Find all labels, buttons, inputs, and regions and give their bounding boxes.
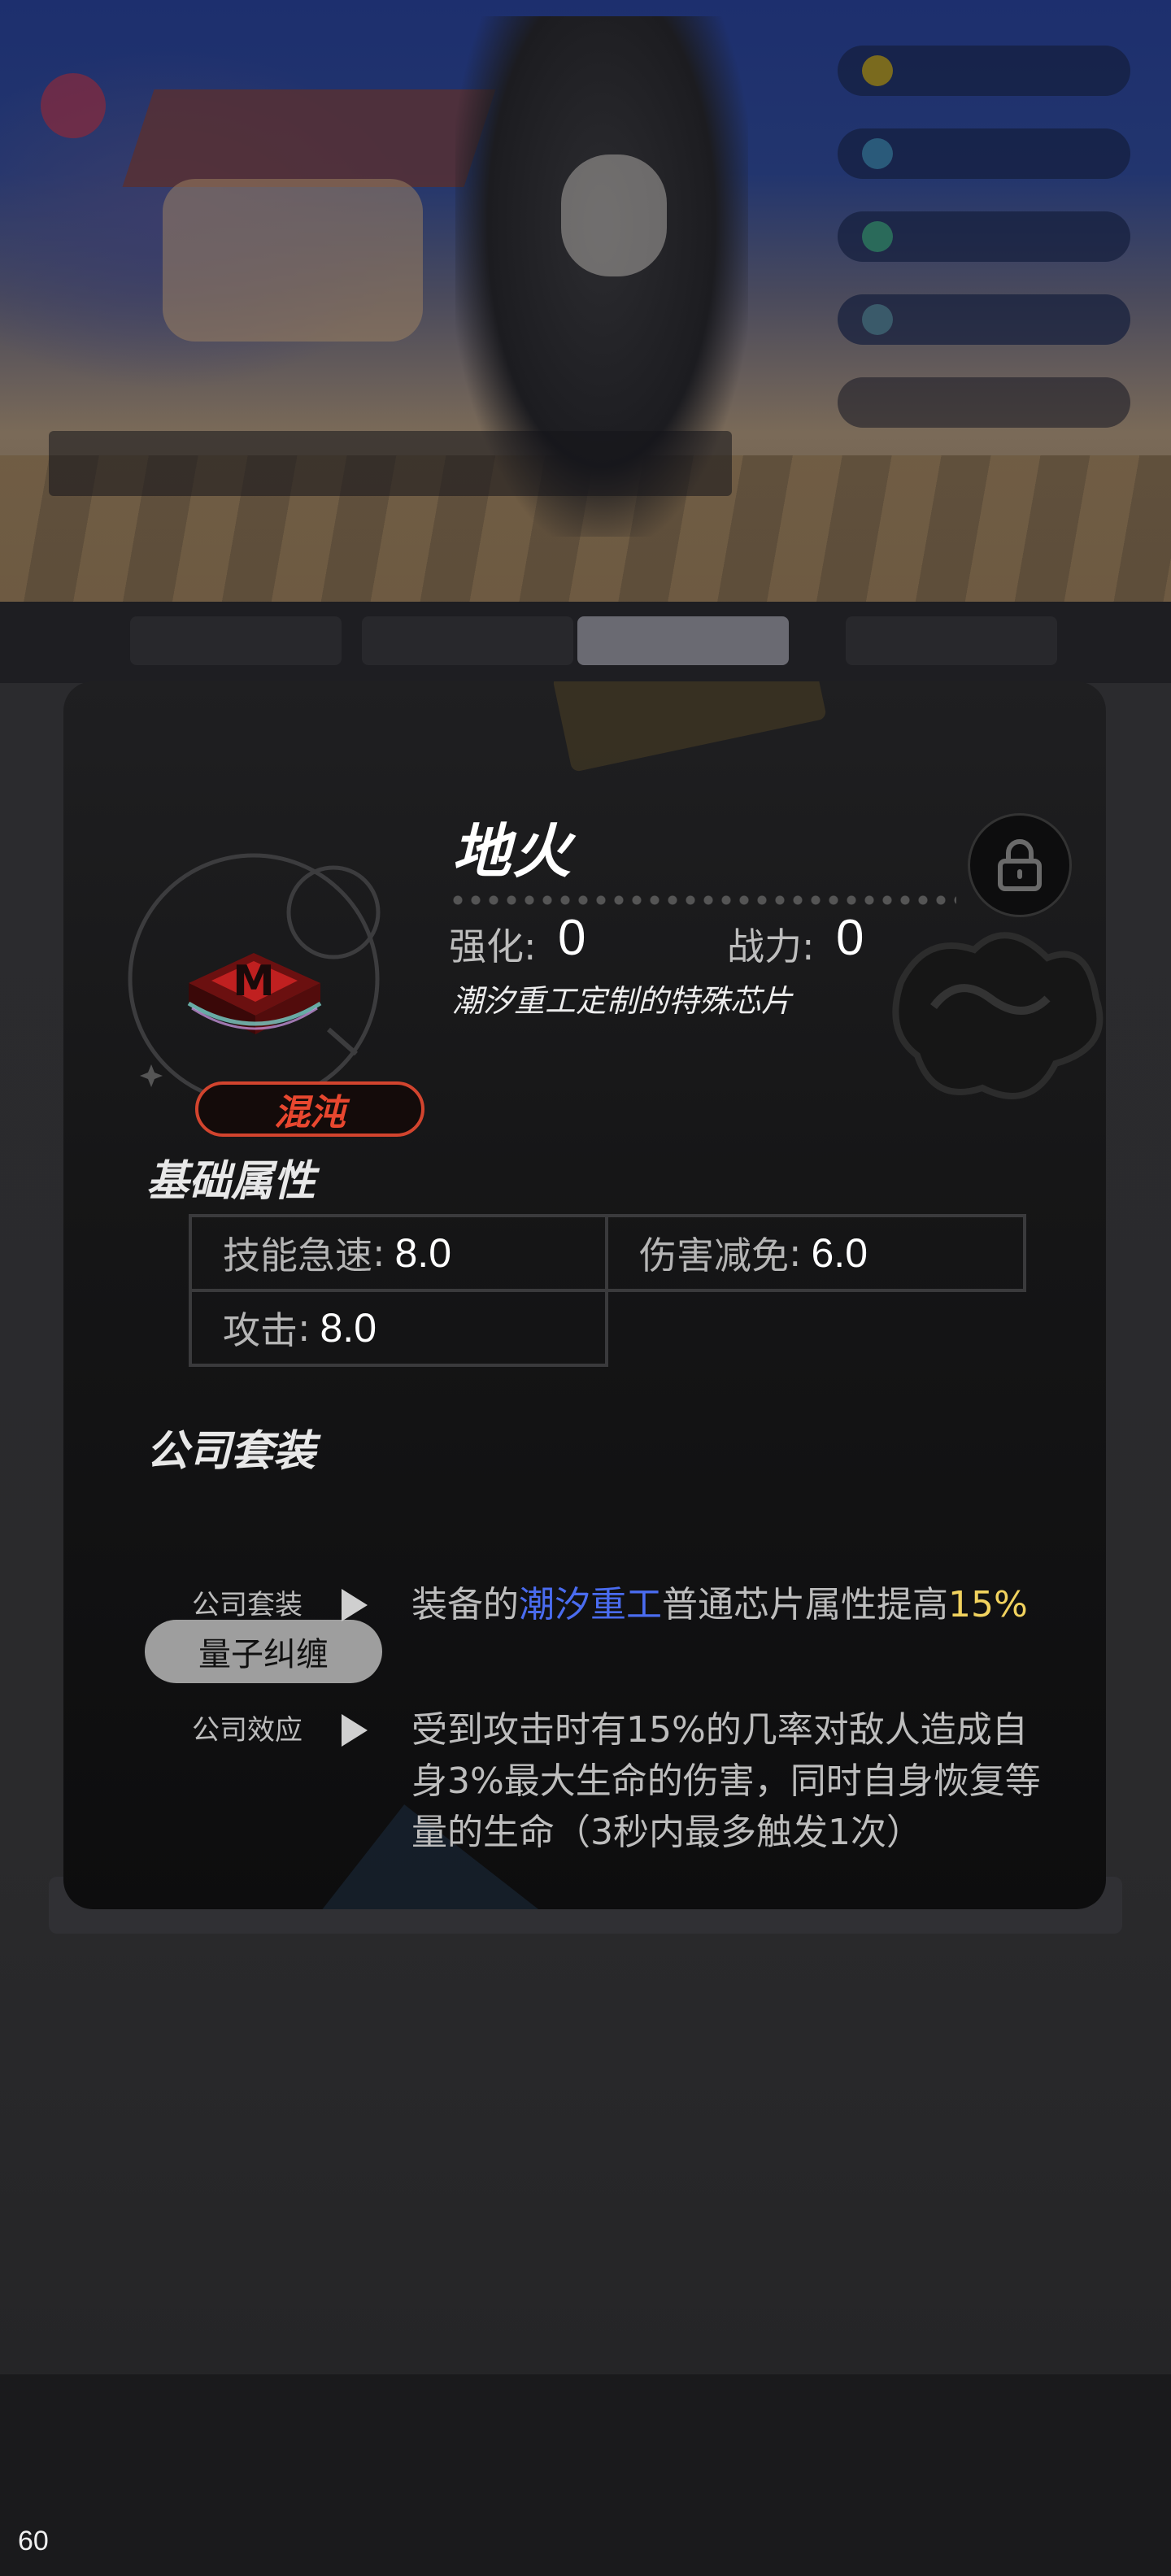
heart-decoration xyxy=(41,73,106,138)
set-name-pill: 量子纠缠 xyxy=(145,1620,382,1683)
set-bonus-text: 装备的潮汐重工普通芯片属性提高15% xyxy=(411,1584,1028,1625)
rarity-badge: 混沌 xyxy=(195,1081,424,1137)
graffiti-decoration xyxy=(892,932,1104,1099)
currency-panel-gold xyxy=(838,46,1130,96)
power-label: 战力: xyxy=(727,925,815,968)
background-game-scene xyxy=(0,0,1171,618)
background-tab-bar xyxy=(0,602,1171,683)
base-attributes-title: 基础属性 xyxy=(146,1157,316,1206)
chip-description: 潮汐重工定制的特殊芯片 xyxy=(452,983,793,1019)
enhance-label: 强化: xyxy=(449,925,537,968)
play-arrow-icon xyxy=(342,1589,368,1621)
currency-panel-5 xyxy=(838,377,1130,428)
attribute-attack: 攻击: 8.0 xyxy=(189,1289,608,1367)
fps-counter: 60 xyxy=(18,2526,49,2556)
company-effect-label: 公司效应 xyxy=(192,1714,303,1747)
play-arrow-icon xyxy=(342,1714,368,1747)
enhance-value: 0 xyxy=(558,910,586,966)
lock-icon xyxy=(998,839,1042,891)
card-top-decoration xyxy=(552,681,827,772)
set-bonus-label: 公司套装 xyxy=(192,1589,303,1621)
currency-panel-4 xyxy=(838,294,1130,345)
attribute-skill-haste: 技能急速: 8.0 xyxy=(189,1214,608,1292)
background-dialog-bar xyxy=(49,431,732,496)
power-value: 0 xyxy=(836,910,864,966)
chip-icon: M xyxy=(187,953,322,1034)
svg-text:M: M xyxy=(233,957,275,1006)
chip-name: 地火 xyxy=(452,817,573,886)
chip-detail-card: M 地火 强化: 0 战力: 0 潮汐重工定制的特殊芯片 混沌 基础属性 技能急… xyxy=(63,681,1106,1909)
attribute-damage-reduction: 伤害减免: 6.0 xyxy=(605,1214,1026,1292)
lock-button[interactable] xyxy=(968,813,1072,917)
chip-emblem: M xyxy=(128,853,381,1105)
company-effect-text: 受到攻击时有15%的几率对敌人造成自身3%最大生命的伤害，同时自身恢复等量的生命… xyxy=(411,1709,1041,1853)
currency-panel-3 xyxy=(838,211,1130,262)
background-bottom-bar xyxy=(0,2374,1171,2576)
currency-panel-2 xyxy=(838,128,1130,179)
dotted-divider xyxy=(452,894,956,906)
company-set-title: 公司套装 xyxy=(146,1427,316,1476)
base-attributes-table: 技能急速: 8.0 伤害减免: 6.0 攻击: 8.0 xyxy=(189,1214,1026,1368)
